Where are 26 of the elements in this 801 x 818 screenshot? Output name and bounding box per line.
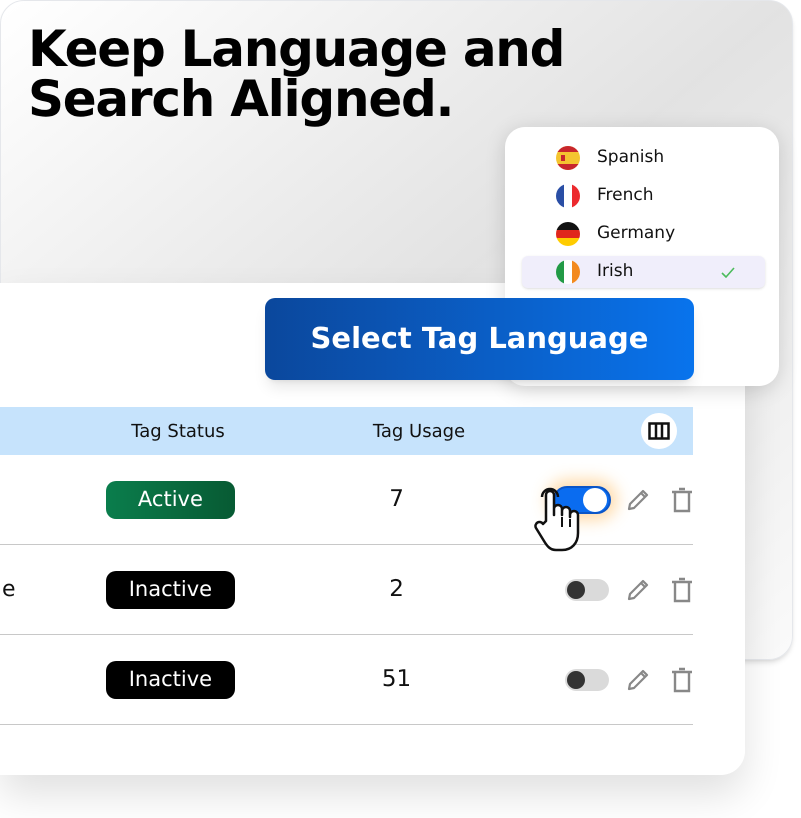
language-label: French bbox=[597, 184, 655, 208]
flag-icon bbox=[556, 184, 580, 208]
flag-icon bbox=[556, 222, 580, 246]
status-badge: Inactive bbox=[106, 660, 235, 698]
delete-icon[interactable] bbox=[671, 486, 693, 512]
select-tag-language-button[interactable]: Select Tag Language bbox=[265, 298, 694, 380]
delete-icon[interactable] bbox=[671, 576, 693, 602]
status-badge: Active bbox=[106, 480, 235, 518]
language-option[interactable]: Spanish bbox=[522, 142, 765, 174]
usage-count: 2 bbox=[389, 576, 404, 602]
language-option[interactable]: Irish bbox=[522, 256, 765, 288]
check-icon bbox=[721, 266, 735, 278]
column-header: Tag Usage bbox=[372, 420, 466, 442]
language-option[interactable]: French bbox=[522, 180, 765, 212]
delete-icon[interactable] bbox=[671, 666, 693, 692]
language-label: Irish bbox=[597, 260, 634, 284]
table-cell: e bbox=[2, 577, 16, 602]
usage-count: 7 bbox=[389, 486, 404, 512]
language-label: Germany bbox=[597, 222, 676, 246]
language-option[interactable]: Germany bbox=[522, 218, 765, 250]
column-header: Tag Status bbox=[131, 420, 225, 442]
columns-icon[interactable] bbox=[641, 413, 677, 449]
usage-count: 51 bbox=[382, 666, 412, 692]
status-badge: Inactive bbox=[106, 570, 235, 608]
language-label: Spanish bbox=[597, 146, 666, 170]
flag-icon bbox=[556, 260, 580, 284]
